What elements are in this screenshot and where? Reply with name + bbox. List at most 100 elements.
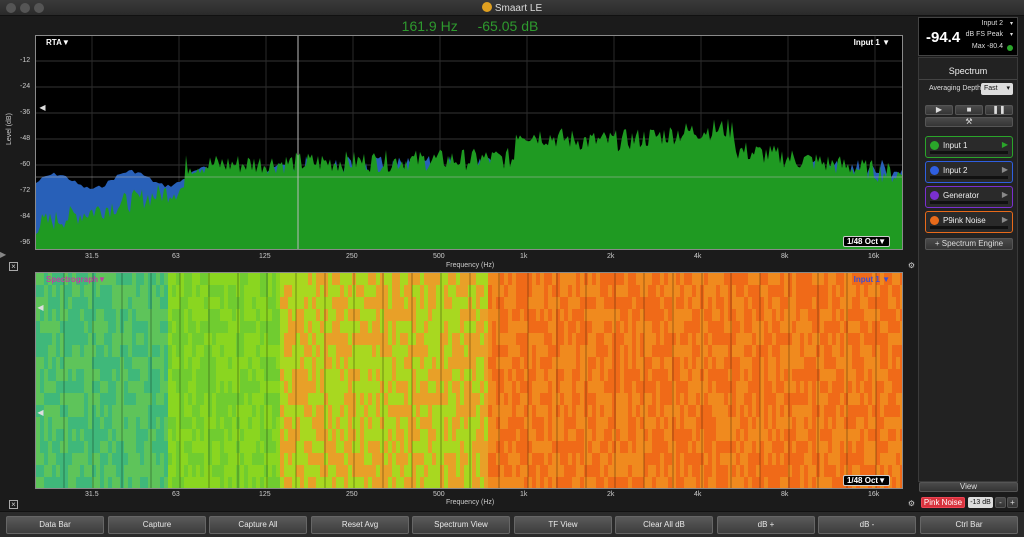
db-minus-button[interactable]: dB - xyxy=(818,516,916,534)
spectrograph-cell xyxy=(392,429,396,441)
spectrograph-bottom-marker-icon[interactable]: ◀ xyxy=(36,409,45,418)
clear-all-db-button[interactable]: Clear All dB xyxy=(615,516,713,534)
rta-level-marker-icon[interactable]: ◀ xyxy=(38,104,47,113)
generator-level-up-button[interactable]: + xyxy=(1007,497,1018,508)
averaging-select[interactable]: Fast ▾ xyxy=(981,83,1013,95)
channel-play-icon[interactable]: ▶ xyxy=(1002,140,1008,149)
spectrograph-cell xyxy=(332,321,336,333)
spectrograph-cell xyxy=(712,453,716,465)
spectrograph-cell xyxy=(588,453,592,465)
settings-gear-icon[interactable]: ⚙ xyxy=(907,262,916,271)
spectrograph-cell xyxy=(536,285,540,297)
spectrograph-cell xyxy=(640,345,644,357)
spectrograph-cell xyxy=(296,381,300,393)
spectrograph-cell xyxy=(428,405,432,417)
stop-button[interactable]: ■ xyxy=(955,105,983,115)
spectrograph-cell xyxy=(896,357,900,369)
rta-resolution[interactable]: 1/48 Oct▼ xyxy=(842,236,890,247)
spectrograph-cell xyxy=(652,345,656,357)
channel-input-1[interactable]: Input 1 ▶ xyxy=(925,136,1013,158)
spectrograph-cell xyxy=(128,345,132,357)
spectrograph-cell xyxy=(684,453,688,465)
capture-all-button[interactable]: Capture All xyxy=(209,516,307,534)
meter-input-dropdown-icon[interactable]: ▾ xyxy=(1010,20,1013,27)
spectrograph-top-marker-icon[interactable]: ◀ xyxy=(36,304,45,313)
add-spectrum-engine-button[interactable]: + Spectrum Engine xyxy=(925,238,1013,250)
spectrograph-cell xyxy=(712,297,716,309)
spectrograph-cell xyxy=(768,309,772,321)
expand-left-icon[interactable]: ▶ xyxy=(0,250,6,270)
spectrograph-cell xyxy=(812,381,816,393)
spectrograph-cell xyxy=(632,477,636,488)
generator-level-down-button[interactable]: - xyxy=(995,497,1006,508)
ctrl-bar-button[interactable]: Ctrl Bar xyxy=(920,516,1018,534)
close-plot-icon[interactable]: × xyxy=(9,262,18,271)
rta-input-label[interactable]: Input 1 ▼ xyxy=(854,38,890,47)
spectrograph-cell xyxy=(820,465,824,477)
spectrograph-cell xyxy=(512,381,516,393)
spectrograph-cell xyxy=(428,429,432,441)
spectrograph-cell xyxy=(40,357,44,369)
spectrograph-mode-label[interactable]: Spectrograph▼ xyxy=(46,275,106,284)
channel-play-icon[interactable]: ▶ xyxy=(1002,165,1008,174)
meter-mode-dropdown-icon[interactable]: ▾ xyxy=(1010,31,1013,38)
meter-input[interactable]: Input 2 xyxy=(982,20,1003,27)
spectrograph-cell xyxy=(532,405,536,417)
channel-pink-noise[interactable]: P9ink Noise ▶ xyxy=(925,211,1013,233)
pink-noise-button[interactable]: Pink Noise xyxy=(921,497,965,508)
spectrograph-settings-gear-icon[interactable]: ⚙ xyxy=(907,500,916,509)
spectrograph-cell xyxy=(240,345,244,357)
spectrum-view-button[interactable]: Spectrum View xyxy=(412,516,510,534)
tools-button[interactable]: ⚒ xyxy=(925,117,1013,127)
channel-generator[interactable]: Generator ▶ xyxy=(925,186,1013,208)
capture-button[interactable]: Capture xyxy=(108,516,206,534)
spectrograph-cell xyxy=(132,321,136,333)
spectrograph-cell xyxy=(128,405,132,417)
spectrograph-cell xyxy=(616,453,620,465)
spectrograph-cell xyxy=(792,453,796,465)
meter-mode[interactable]: dB FS Peak xyxy=(966,31,1003,38)
spectrograph-cell xyxy=(880,441,884,453)
spectrograph-cell xyxy=(144,453,148,465)
db-plus-button[interactable]: dB + xyxy=(717,516,815,534)
spectrograph-cell xyxy=(420,417,424,429)
spectrograph-cell xyxy=(132,357,136,369)
spectrograph-cell xyxy=(892,321,896,333)
rta-y-tick: -36 xyxy=(20,109,31,116)
spectrograph-cell xyxy=(792,393,796,405)
spectrograph-cell xyxy=(768,357,772,369)
channel-play-icon[interactable]: ▶ xyxy=(1002,190,1008,199)
close-spectrograph-icon[interactable]: × xyxy=(9,500,18,509)
spectrograph-cell xyxy=(688,477,692,488)
spectrograph-cell xyxy=(244,321,248,333)
channel-input-2[interactable]: Input 2 ▶ xyxy=(925,161,1013,183)
spectrograph-cell xyxy=(748,429,752,441)
channel-play-icon[interactable]: ▶ xyxy=(1002,215,1008,224)
view-button[interactable]: View xyxy=(919,482,1018,492)
spectrograph-cell xyxy=(60,345,64,357)
pause-button[interactable]: ❚❚ xyxy=(985,105,1013,115)
spectrograph-cell xyxy=(800,333,804,345)
spectrograph-cell xyxy=(408,297,412,309)
generator-level-field[interactable]: -13 dB xyxy=(968,497,993,508)
spectrograph-plot[interactable]: Spectrograph▼ Input 1 ▼ 1/48 Oct▼ xyxy=(35,272,903,489)
play-button[interactable]: ▶ xyxy=(925,105,953,115)
level-meter[interactable]: -94.4 Input 2 dB FS Peak Max -80.4 ▾ ▾ xyxy=(918,17,1018,56)
spectrograph-cell xyxy=(376,345,380,357)
spectrograph-cell xyxy=(800,273,804,285)
spectrograph-resolution[interactable]: 1/48 Oct▼ xyxy=(842,475,890,486)
spectrograph-cell xyxy=(188,369,192,381)
spectrograph-cell xyxy=(744,309,748,321)
spectrograph-cell xyxy=(128,273,132,285)
spectrograph-input-label[interactable]: Input 1 ▼ xyxy=(854,275,890,284)
data-bar-button[interactable]: Data Bar xyxy=(6,516,104,534)
spectrograph-cell xyxy=(596,405,600,417)
tf-view-button[interactable]: TF View xyxy=(514,516,612,534)
reset-avg-button[interactable]: Reset Avg xyxy=(311,516,409,534)
rta-plot[interactable]: RTA▼ Input 1 ▼ 1/48 Oct▼ xyxy=(35,35,903,250)
spectrograph-cell xyxy=(572,309,576,321)
spectrograph-cell xyxy=(540,381,544,393)
rta-mode-label[interactable]: RTA▼ xyxy=(46,38,70,47)
spectrograph-cell xyxy=(384,393,388,405)
spectrograph-cell xyxy=(200,333,204,345)
